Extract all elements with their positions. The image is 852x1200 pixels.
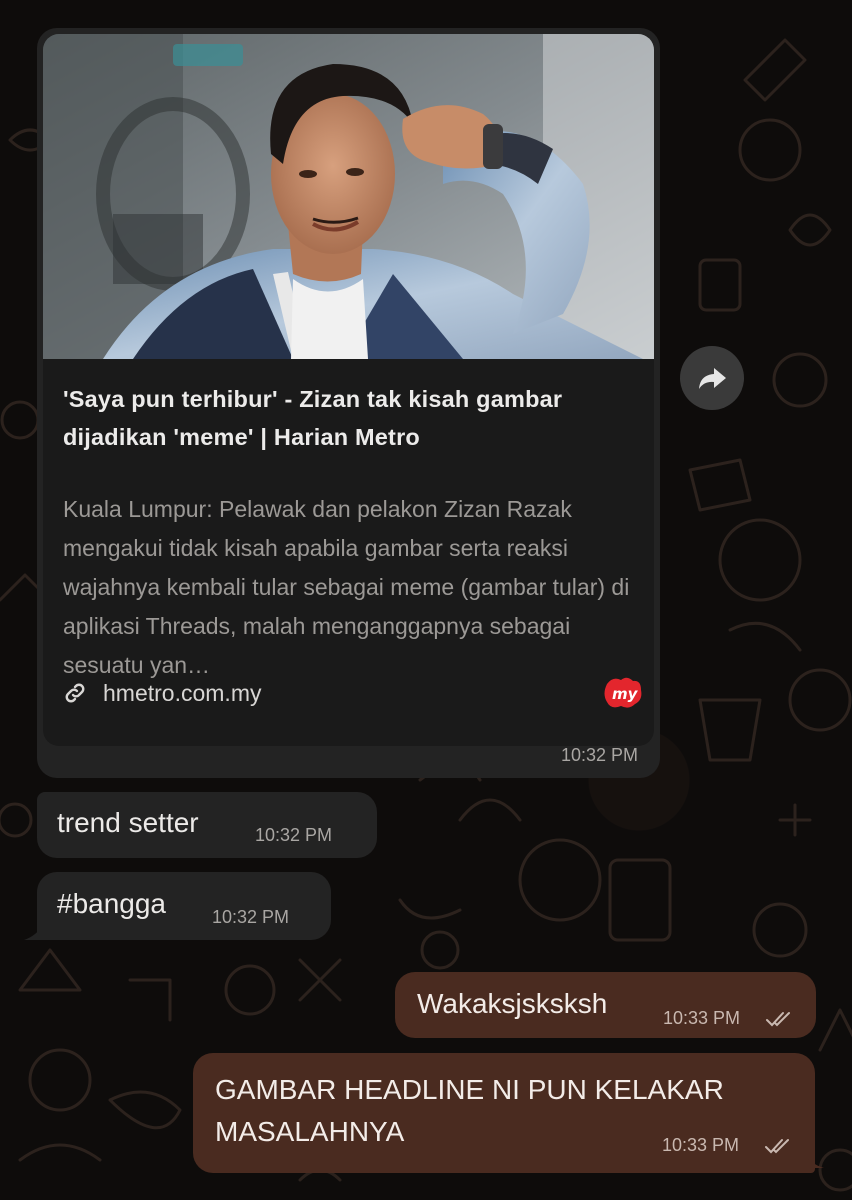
double-check-icon: [766, 1012, 790, 1027]
message-text: #bangga: [57, 888, 167, 919]
message-time: 10:32 PM: [560, 745, 638, 765]
link-preview-message[interactable]: 'Saya pun terhibur' - Zizan tak kisah ga…: [37, 28, 660, 778]
double-check-icon: [765, 1139, 789, 1154]
outgoing-message[interactable]: Wakaksjsksksh 10:33 PM: [395, 972, 816, 1038]
message-time: 10:32 PM: [255, 825, 333, 845]
message-time: 10:33 PM: [663, 1008, 741, 1028]
link-preview-card[interactable]: 'Saya pun terhibur' - Zizan tak kisah ga…: [43, 34, 654, 746]
link-icon: [65, 683, 85, 703]
article-photo[interactable]: [43, 34, 654, 359]
article-link-row[interactable]: hmetro.com.my my: [63, 674, 643, 714]
article-domain[interactable]: hmetro.com.my: [103, 680, 261, 707]
outgoing-message[interactable]: GAMBAR HEADLINE NI PUN KELAKAR MASALAHNY…: [193, 1053, 815, 1173]
message-text: trend setter: [57, 807, 199, 838]
incoming-message[interactable]: #bangga 10:32 PM: [37, 872, 331, 940]
forward-arrow-icon: [699, 368, 726, 389]
bubble-tail: [800, 1150, 824, 1168]
forward-button[interactable]: [680, 346, 744, 410]
bubble-tail: [24, 924, 44, 940]
message-time: 10:33 PM: [662, 1135, 740, 1155]
message-text: Wakaksjsksksh: [417, 988, 608, 1019]
article-photo-illustration: [43, 34, 654, 359]
message-time: 10:32 PM: [212, 907, 290, 927]
article-description: Kuala Lumpur: Pelawak dan pelakon Zizan …: [63, 496, 630, 678]
incoming-message[interactable]: trend setter 10:32 PM: [37, 792, 377, 858]
article-title[interactable]: 'Saya pun terhibur' - Zizan tak kisah ga…: [63, 380, 643, 456]
svg-text:my: my: [612, 685, 639, 703]
chat-view: 'Saya pun terhibur' - Zizan tak kisah ga…: [0, 0, 852, 1200]
harian-metro-logo-icon: my: [604, 677, 642, 708]
